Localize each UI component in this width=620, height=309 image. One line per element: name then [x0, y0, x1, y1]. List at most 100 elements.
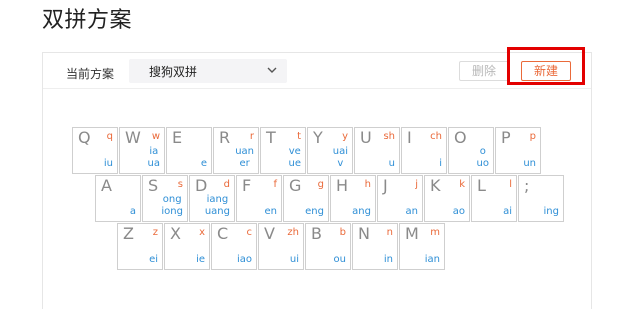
key-s[interactable]: Ss ong iong: [142, 175, 188, 222]
key-final: ing: [543, 206, 559, 217]
key-finals: un: [523, 158, 536, 170]
key-initial: f: [273, 179, 277, 190]
delete-button[interactable]: 删除: [459, 61, 509, 81]
key-initial: x: [199, 227, 205, 238]
key-f[interactable]: Ff en: [236, 175, 282, 222]
scheme-select-value: 搜狗双拼: [149, 65, 198, 79]
key-final: iang: [206, 194, 229, 205]
key-letter: M: [405, 224, 419, 243]
key-finals: ou: [334, 254, 346, 266]
new-scheme-button[interactable]: 新建: [521, 61, 571, 81]
key-initial: s: [177, 179, 183, 190]
key-letter: L: [477, 176, 486, 195]
scheme-panel: 当前方案 搜狗双拼 删除 新建 Qq iu Ww ia ua Ee Rr uan er Tt ve u…: [42, 47, 592, 309]
key-letter: A: [101, 176, 112, 195]
key-initial: p: [529, 131, 536, 142]
key-finals: uan er: [235, 146, 254, 170]
key-a[interactable]: Aa: [95, 175, 141, 222]
key-letter: F: [242, 176, 252, 195]
key-finals: in: [384, 254, 393, 266]
key-k[interactable]: Kk ao: [424, 175, 470, 222]
key-g[interactable]: Gg eng: [283, 175, 329, 222]
key-initial: d: [223, 179, 230, 190]
key-final: iu: [103, 158, 113, 169]
key-initial: y: [342, 131, 348, 142]
key-finals: i: [439, 158, 442, 170]
key-u[interactable]: Ush u: [354, 127, 400, 174]
key-initial: ch: [430, 131, 442, 142]
keyboard-row-1: Qq iu Ww ia ua Ee Rr uan er Tt ve ue Yy uai v Ush u Ich i O…: [72, 127, 542, 174]
key-final: uang: [204, 206, 230, 217]
key-letter: O: [454, 128, 467, 147]
key-final: i: [439, 158, 442, 169]
key-e[interactable]: Ee: [166, 127, 212, 174]
current-scheme-label: 当前方案: [66, 67, 115, 81]
key-final: ou: [333, 254, 346, 265]
key-final: an: [405, 206, 418, 217]
key-finals: iao: [237, 254, 252, 266]
key-j[interactable]: Jj an: [377, 175, 423, 222]
key-initial: j: [415, 179, 418, 190]
key-letter: H: [336, 176, 349, 195]
key-finals: eng: [305, 206, 324, 218]
key-m[interactable]: Mm ian: [399, 223, 445, 270]
key-p[interactable]: Pp un: [495, 127, 541, 174]
key-z[interactable]: Zz ei: [117, 223, 163, 270]
key-final: ai: [503, 206, 512, 217]
key-finals: ie: [196, 254, 205, 266]
key-finals: iu: [104, 158, 113, 170]
key-letter: U: [360, 128, 372, 147]
key-initial: m: [430, 227, 440, 238]
key-initial: n: [386, 227, 393, 238]
key-finals: a: [130, 206, 136, 218]
chevron-down-icon: [267, 67, 277, 73]
key-x[interactable]: Xx ie: [164, 223, 210, 270]
key-c[interactable]: Cc iao: [211, 223, 257, 270]
key-r[interactable]: Rr uan er: [213, 127, 259, 174]
key-letter: G: [289, 176, 302, 195]
key-n[interactable]: Nn in: [352, 223, 398, 270]
key-h[interactable]: Hh ang: [330, 175, 376, 222]
key-o[interactable]: Oo uo: [448, 127, 494, 174]
key-final: ong: [162, 194, 182, 205]
key-v[interactable]: Vzh ui: [258, 223, 304, 270]
key-final: er: [239, 158, 250, 169]
key-initial: b: [339, 227, 346, 238]
key-final: in: [383, 254, 393, 265]
key-finals: ang: [352, 206, 371, 218]
key-d[interactable]: Dd iang uang: [189, 175, 235, 222]
key-initial: l: [509, 179, 512, 190]
key-finals: ing: [544, 206, 559, 218]
key-initial: w: [151, 131, 160, 142]
key-letter: K: [430, 176, 441, 195]
key-final: o: [479, 146, 486, 157]
key-semicolon[interactable]: ; ing: [518, 175, 564, 222]
key-letter: E: [172, 128, 183, 147]
key-finals: ai: [503, 206, 512, 218]
key-final: ua: [147, 158, 160, 169]
scheme-toolbar: 当前方案 搜狗双拼 删除 新建: [43, 47, 591, 89]
key-final: ian: [424, 254, 440, 265]
key-initial: q: [106, 131, 113, 142]
key-final: un: [523, 158, 536, 169]
key-l[interactable]: Ll ai: [471, 175, 517, 222]
key-letter: R: [219, 128, 231, 147]
key-i[interactable]: Ich i: [401, 127, 447, 174]
key-w[interactable]: Ww ia ua: [119, 127, 165, 174]
key-t[interactable]: Tt ve ue: [260, 127, 306, 174]
key-finals: ong iong: [161, 194, 183, 218]
key-b[interactable]: Bb ou: [305, 223, 351, 270]
key-q[interactable]: Qq iu: [72, 127, 118, 174]
key-y[interactable]: Yy uai v: [307, 127, 353, 174]
key-finals: ve ue: [289, 146, 302, 170]
scheme-select[interactable]: 搜狗双拼: [129, 59, 287, 83]
key-initial: c: [246, 227, 253, 238]
key-finals: en: [265, 206, 278, 218]
key-final: ei: [149, 254, 158, 265]
key-finals: e: [201, 158, 207, 170]
key-letter: T: [266, 128, 276, 147]
key-final: v: [337, 158, 344, 169]
key-final: ui: [289, 254, 299, 265]
key-final: eng: [305, 206, 324, 217]
key-initial: zh: [287, 227, 299, 238]
